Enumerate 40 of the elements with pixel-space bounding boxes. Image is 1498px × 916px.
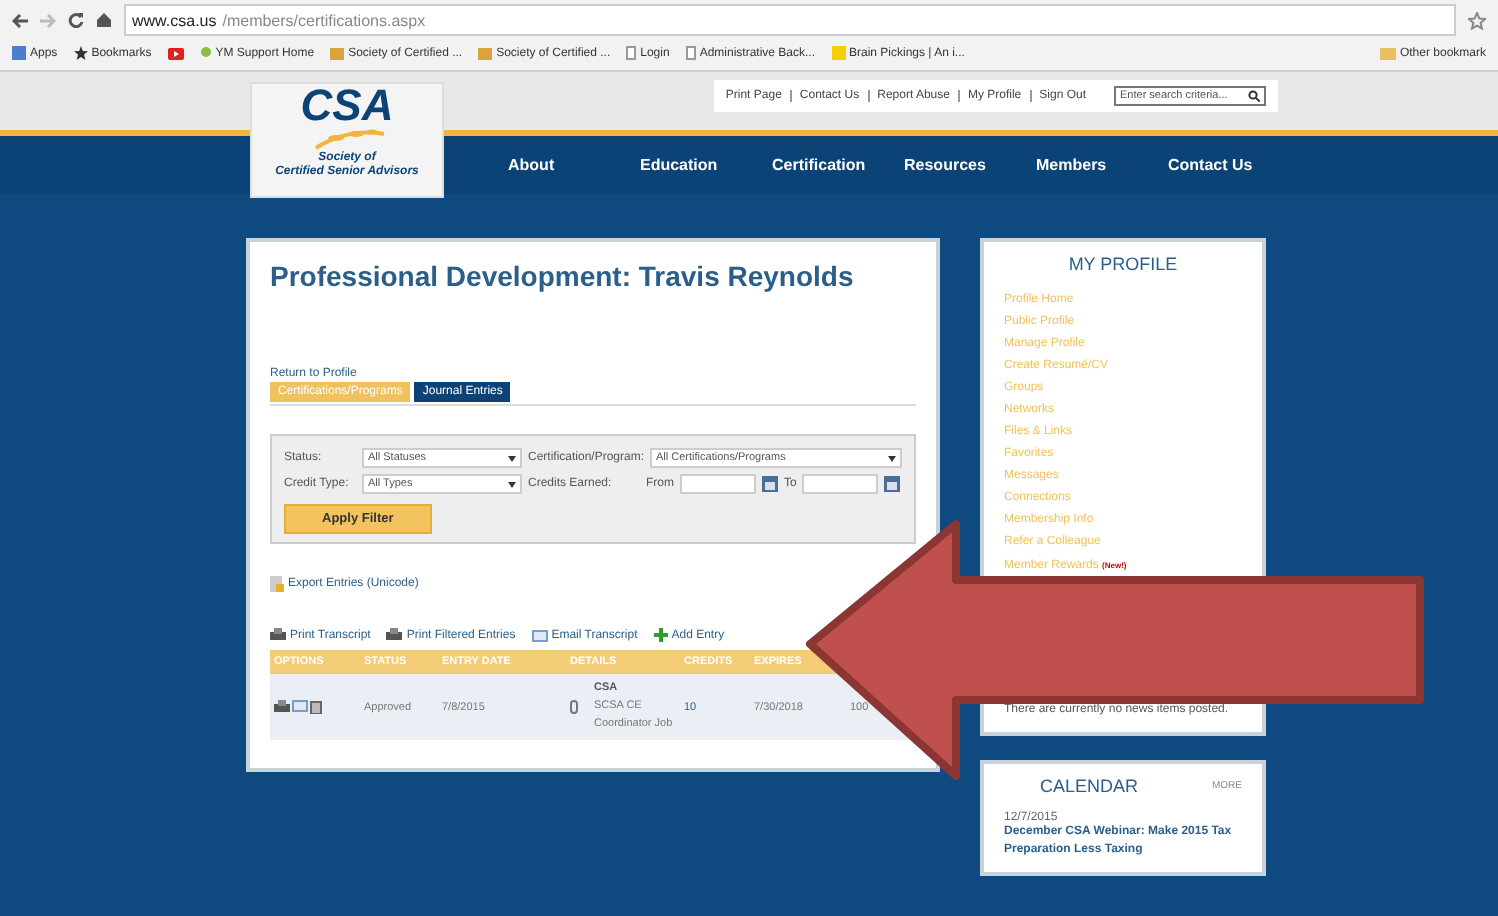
star-icon[interactable] [1468, 11, 1486, 29]
reload-icon[interactable] [68, 12, 84, 28]
date-field[interactable] [802, 474, 879, 494]
date-field[interactable] [680, 474, 756, 494]
dropdown-caret-icon [508, 481, 516, 487]
calendar-icon[interactable] [762, 476, 778, 492]
card-title: CALENDAR [1040, 776, 1139, 796]
trash-icon[interactable] [310, 700, 322, 714]
nav-link[interactable]: Certification [772, 156, 904, 174]
back-icon[interactable] [12, 13, 28, 27]
card-title: MY PROFILE [1066, 254, 1180, 274]
folder-icon [1379, 47, 1396, 59]
nav-link[interactable]: Resources [904, 156, 1036, 174]
site-icon [330, 47, 345, 59]
envelope-icon [292, 700, 308, 712]
star-icon [73, 46, 88, 60]
site-icon [478, 47, 493, 59]
search-icon[interactable] [1248, 90, 1260, 102]
page-title: Professional Development: Travis Reynolds [270, 258, 854, 294]
home-icon[interactable] [96, 12, 112, 28]
envelope-icon [531, 629, 548, 641]
play-icon [167, 47, 184, 59]
paperclip-icon [570, 700, 578, 714]
nav-link[interactable]: Contact Us [1168, 156, 1300, 174]
printer-icon [270, 628, 286, 642]
calendar-icon[interactable] [884, 476, 901, 492]
printer-icon [386, 628, 403, 642]
logo-text: CSA [300, 84, 394, 128]
plus-icon [653, 628, 668, 642]
nav-link[interactable]: Education [640, 156, 772, 174]
page-icon [626, 46, 637, 60]
spreadsheet-icon [270, 576, 284, 592]
printer-icon [274, 700, 290, 714]
dropdown-caret-icon [888, 455, 896, 461]
page-icon [685, 46, 696, 60]
site-icon [831, 46, 845, 60]
dropdown-caret-icon [507, 455, 516, 461]
nav-link[interactable]: About [508, 156, 640, 174]
address-bar[interactable]: www.csa.us /members/certifications.aspx [124, 4, 1456, 36]
nav-link[interactable]: Members [1036, 156, 1168, 174]
